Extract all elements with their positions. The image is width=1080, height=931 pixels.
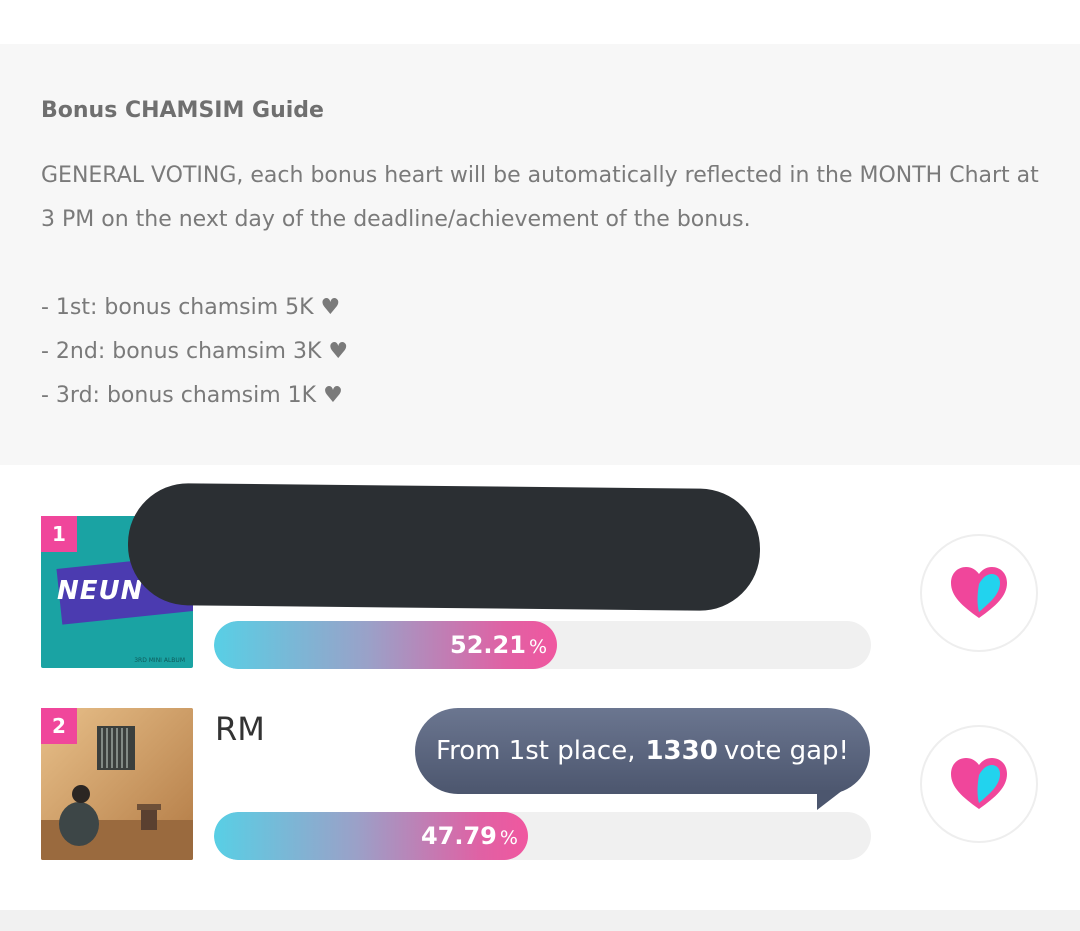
album-art-logo: NEUN — [57, 576, 144, 606]
artist-name: RM — [215, 710, 265, 748]
tooltip-suffix: vote gap! — [723, 736, 849, 766]
percent-unit: % — [528, 636, 547, 658]
section-divider — [0, 910, 1080, 931]
bonus-guide-title: Bonus CHAMSIM Guide — [41, 98, 324, 123]
bonus-line-3rd: - 3rd: bonus chamsim 1K ♥ — [41, 383, 343, 408]
tooltip-gap-value: 1330 — [645, 736, 718, 766]
vote-share-percent: 52.21% — [450, 621, 547, 669]
vote-heart-button[interactable] — [920, 725, 1038, 843]
percent-unit: % — [499, 827, 518, 849]
bonus-line-2nd: - 2nd: bonus chamsim 3K ♥ — [41, 339, 349, 364]
heart-vote-icon — [951, 758, 1007, 809]
vote-share-bar: 47.79% — [214, 812, 871, 860]
heart-vote-icon — [951, 567, 1007, 618]
vote-share-percent: 47.79% — [421, 812, 518, 860]
rank-badge: 1 — [41, 516, 77, 552]
redacted-artist-name — [127, 482, 761, 612]
bonus-list: - 1st: bonus chamsim 5K ♥ - 2nd: bonus c… — [41, 286, 348, 418]
rank-badge: 2 — [41, 708, 77, 744]
tooltip-prefix: From 1st place, — [436, 736, 636, 766]
percent-value: 47.79 — [420, 822, 497, 850]
percent-value: 52.21 — [450, 631, 526, 659]
bonus-line-1st: - 1st: bonus chamsim 5K ♥ — [41, 295, 341, 320]
vote-share-bar: 52.21% — [214, 621, 871, 669]
vote-gap-tooltip: From 1st place, 1330 vote gap! — [415, 708, 870, 794]
tooltip-tail — [817, 790, 843, 810]
album-art-caption: 3RD MINI ALBUM — [134, 657, 185, 664]
bonus-guide-description: GENERAL VOTING, each bonus heart will be… — [41, 163, 1039, 232]
vote-heart-button[interactable] — [920, 534, 1038, 652]
